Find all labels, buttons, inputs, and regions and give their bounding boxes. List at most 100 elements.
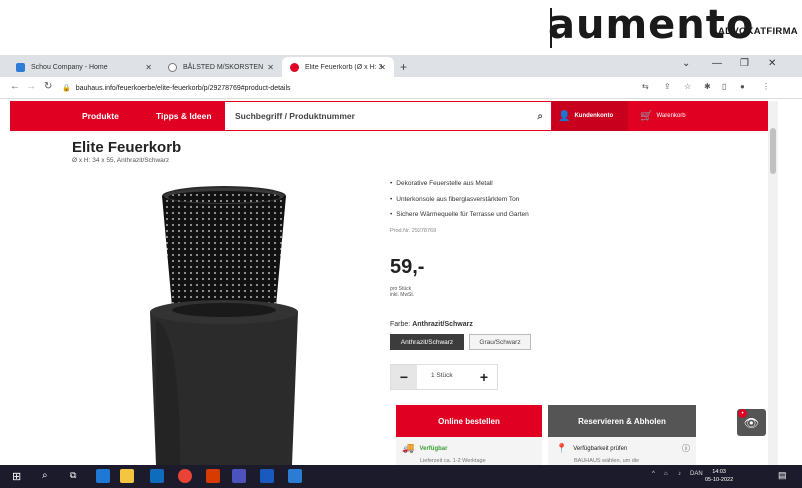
share-icon[interactable]: ⇪: [664, 82, 671, 91]
product-number: Prod.Nr. 29278769: [390, 228, 437, 234]
tab-favicon-icon: [290, 62, 299, 72]
product-subtitle: Ø x H: 34 x 55, Anthrazit/Schwarz: [72, 157, 170, 164]
available-sub: Lieferzeit ca. 1-2 Werktage: [420, 458, 486, 464]
search-taskbar-icon[interactable]: ⌕: [42, 470, 48, 481]
aumento-logo: aumento ADVOKATFIRMA: [548, 2, 800, 48]
cart-icon: 🛒: [640, 110, 653, 122]
new-tab-icon[interactable]: +: [400, 60, 407, 74]
check-availability-sub: BAUHAUS wählen, um die: [574, 458, 640, 464]
tab-schou[interactable]: Schou Company - Home ✕: [8, 57, 160, 77]
profile-icon[interactable]: ●: [740, 82, 745, 91]
reserve-pickup-button[interactable]: Reservieren & Abholen: [548, 405, 696, 437]
user-icon: 👤: [558, 110, 571, 122]
customer-account-button[interactable]: 👤 Kundenkonto: [552, 101, 628, 131]
tab-elite-feuerkorb[interactable]: Elite Feuerkorb (Ø x H: 34 x 55, A ✕: [282, 57, 394, 77]
nav-tips[interactable]: Tipps & Ideen: [156, 101, 212, 131]
close-window-icon[interactable]: ✕: [768, 58, 776, 69]
price: 59,-: [390, 256, 425, 278]
tray-chevron-icon[interactable]: ^: [652, 471, 655, 477]
tab-label: Schou Company - Home: [31, 63, 108, 71]
powerpoint-icon[interactable]: [206, 469, 220, 483]
network-icon[interactable]: ⌂: [664, 471, 668, 477]
tab-close-icon[interactable]: ✕: [145, 63, 152, 72]
product-image[interactable]: [140, 180, 320, 465]
tab-search-icon[interactable]: ⌄: [682, 58, 690, 69]
sidebar-icon[interactable]: ▯: [722, 82, 726, 91]
order-online-button[interactable]: Online bestellen: [396, 405, 542, 437]
bookmark-star-icon[interactable]: ☆: [684, 82, 691, 91]
quantity-stepper: − 1 Stück +: [390, 364, 498, 390]
tab-close-icon[interactable]: ✕: [379, 63, 386, 72]
price-vat-label: inkl. MwSt.: [390, 292, 415, 298]
tab-favicon-icon: [16, 62, 25, 72]
translate-icon[interactable]: ⇆: [642, 82, 649, 91]
clock-time: 14:03: [712, 469, 726, 475]
info-icon[interactable]: ⓘ: [682, 443, 690, 454]
nav-products[interactable]: Produkte: [82, 101, 119, 131]
outlook-icon[interactable]: [150, 469, 164, 483]
windows-start-icon[interactable]: ⊞: [12, 470, 21, 483]
app-icon[interactable]: [288, 469, 302, 483]
product-title: Elite Feuerkorb: [72, 139, 182, 156]
clock-date: 05-10-2022: [705, 477, 734, 483]
search-placeholder: Suchbegriff / Produktnummer: [235, 111, 355, 121]
task-view-icon[interactable]: ⧉: [70, 470, 76, 481]
file-explorer-icon[interactable]: [120, 469, 134, 483]
taskbar: ⊞ ⌕ ⧉ ^ ⌂ ♪ DAN 14:03 05-10-2022 ▤: [0, 465, 802, 488]
cart-button[interactable]: 🛒 Warenkorb: [634, 101, 722, 131]
truck-icon: 🚚: [402, 443, 415, 454]
word-icon[interactable]: [260, 469, 274, 483]
back-icon[interactable]: ←: [10, 81, 20, 92]
bullet-item: Dekorative Feuerstelle aus Metall: [390, 180, 529, 196]
screen: aumento ADVOKATFIRMA Schou Company - Hom…: [0, 0, 802, 488]
menu-icon[interactable]: ⋮: [762, 82, 770, 91]
language-indicator[interactable]: DAN: [690, 471, 703, 477]
tab-label: Elite Feuerkorb (Ø x H: 34 x 55, A: [305, 63, 383, 71]
address-bar-row: ← → ↻ 🔒 bauhaus.info/feuerkoerbe/elite-f…: [0, 77, 802, 99]
restore-icon[interactable]: ❐: [740, 58, 749, 69]
tab-close-icon[interactable]: ✕: [267, 63, 274, 72]
cart-label: Warenkorb: [656, 113, 686, 119]
available-label: Verfügbar: [419, 445, 448, 452]
color-label: Farbe: Anthrazit/Schwarz: [390, 321, 473, 328]
minimize-icon[interactable]: —: [712, 58, 722, 69]
teams-icon[interactable]: [232, 469, 246, 483]
site-header: Produkte Tipps & Ideen Suchbegriff / Pro…: [10, 101, 768, 131]
reload-icon[interactable]: ↻: [44, 81, 52, 92]
bullet-item: Sichere Wärmequelle für Terrasse und Gar…: [390, 211, 528, 227]
chrome-icon[interactable]: [178, 469, 192, 483]
url-field[interactable]: 🔒 bauhaus.info/feuerkoerbe/elite-feuerko…: [62, 80, 622, 96]
product-bullets: Dekorative Feuerstelle aus Metall Unterk…: [390, 180, 529, 227]
logo-brand: aumento: [548, 2, 755, 48]
check-availability-label: Verfügbarkeit prüfen: [573, 445, 628, 452]
price-unit: pro Stück inkl. MwSt.: [390, 286, 414, 298]
notification-badge: •: [738, 409, 747, 418]
tab-label: BÅLSTED M/SKORSTEN: [183, 63, 264, 71]
volume-icon[interactable]: ♪: [678, 471, 681, 477]
color-option-anthrazit[interactable]: Anthrazit/Schwarz: [390, 334, 464, 350]
location-pin-icon: 📍: [556, 443, 568, 453]
quantity-value[interactable]: 1 Stück: [431, 372, 453, 379]
clock[interactable]: 14:03 05-10-2022: [705, 468, 733, 484]
search-icon[interactable]: ⌕: [537, 111, 543, 122]
url-text: bauhaus.info/feuerkoerbe/elite-feuerkorb…: [75, 84, 291, 92]
lock-icon: 🔒: [62, 85, 71, 92]
logo-subtitle: ADVOKATFIRMA: [718, 26, 798, 37]
tab-favicon-icon: [168, 62, 177, 72]
quantity-increase-button[interactable]: +: [471, 365, 497, 389]
search-input[interactable]: Suchbegriff / Produktnummer ⌕: [224, 101, 552, 131]
quantity-decrease-button[interactable]: −: [391, 365, 417, 389]
color-label-prefix: Farbe:: [390, 321, 411, 328]
scrollbar-thumb[interactable]: [770, 128, 776, 174]
extensions-icon[interactable]: ✱: [704, 82, 711, 91]
customer-account-label: Kundenkonto: [574, 113, 614, 119]
color-option-grau[interactable]: Grau/Schwarz: [469, 334, 531, 350]
edge-icon[interactable]: [96, 469, 110, 483]
eye-icon: 👁: [743, 415, 760, 430]
forward-icon[interactable]: →: [26, 81, 36, 92]
check-availability-row[interactable]: 📍 Verfügbarkeit prüfen: [556, 443, 627, 454]
tab-balsted[interactable]: BÅLSTED M/SKORSTEN ✕: [160, 57, 282, 77]
available-row: 🚚 Verfügbar: [402, 443, 447, 454]
color-label-value: Anthrazit/Schwarz: [412, 321, 473, 328]
notifications-icon[interactable]: ▤: [778, 470, 787, 481]
